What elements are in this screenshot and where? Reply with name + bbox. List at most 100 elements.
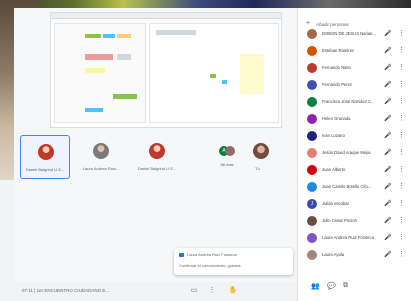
participant-name: Ivan Lozano	[322, 133, 345, 138]
shared-doc-left-pane	[54, 23, 146, 123]
more-options-icon[interactable]: ⋮	[398, 80, 405, 88]
avatar: J	[307, 199, 317, 209]
meet-window: Daniel Balgrind U S... Laura Andrea Ruiz…	[0, 0, 411, 301]
participant-row[interactable]: DOBON DE JESUS Nariae... 🎤 ⋮	[297, 26, 411, 42]
mic-off-icon: 🎤	[384, 99, 392, 105]
captions-icon[interactable]: ▭	[189, 286, 199, 296]
self-tile-label: Tú	[255, 166, 260, 171]
more-participants-count: 86 más	[220, 162, 234, 167]
mic-off-icon: 🎤	[384, 184, 392, 190]
hand-icon[interactable]: ✋	[228, 286, 238, 296]
participant-row[interactable]: J Julián escobar 🎤 ⋮	[297, 196, 411, 212]
participant-name: DOBON DE JESUS Nariae...	[322, 31, 376, 36]
mic-off-icon: 🎤	[384, 218, 392, 224]
avatar	[307, 250, 317, 260]
self-tile[interactable]	[245, 135, 275, 179]
participant-name: Helen Granada	[322, 116, 351, 121]
participant-name: Juan Camilo Botello Cifu...	[322, 184, 372, 189]
more-icon[interactable]: ⋮	[207, 286, 217, 296]
avatar	[307, 29, 317, 39]
avatar	[149, 143, 165, 159]
participant-name: Esteban Ramirez	[322, 48, 355, 53]
meeting-title: 07:11 | 1er ENCUENTRO CIUDADANO E...	[22, 288, 110, 293]
participant-tile[interactable]: Daniel Balgrind U S...	[132, 135, 182, 179]
more-options-icon[interactable]: ⋮	[398, 148, 405, 156]
chat-message: Confirmar el conocimiento, gracias	[179, 263, 241, 268]
avatar	[93, 143, 109, 159]
mic-off-icon: 🎤	[384, 150, 392, 156]
mic-off-icon: 🎤	[384, 201, 392, 207]
participant-row[interactable]: Jesús David Araque Mejia 🎤 ⋮	[297, 145, 411, 161]
main-stage: Daniel Balgrind U S... Laura Andrea Ruiz…	[14, 8, 297, 301]
participant-row[interactable]: Juan Camilo Botello Cifu... 🎤 ⋮	[297, 179, 411, 195]
people-panel-controls: 👥 💬 ⧉	[297, 282, 411, 298]
participant-name: Jesús David Araque Mejia	[322, 150, 371, 155]
participant-name: Laura Ayala	[322, 252, 345, 257]
activities-icon[interactable]: ⧉	[343, 282, 348, 290]
more-options-icon[interactable]: ⋮	[398, 165, 405, 173]
more-options-icon[interactable]: ⋮	[398, 233, 405, 241]
more-options-icon[interactable]: ⋮	[398, 46, 405, 54]
mic-off-icon: 🎤	[384, 116, 392, 122]
more-options-icon[interactable]: ⋮	[398, 216, 405, 224]
participant-row[interactable]: Julio Cesar Pinzon 🎤 ⋮	[297, 213, 411, 229]
participant-row[interactable]: Fernando Nieto 🎤 ⋮	[297, 60, 411, 76]
avatar	[307, 216, 317, 226]
more-options-icon[interactable]: ⋮	[398, 131, 405, 139]
mic-off-icon: 🎤	[384, 48, 392, 54]
people-icon[interactable]: 👥	[311, 282, 320, 290]
avatar	[307, 46, 317, 56]
people-panel: + Añadir personas DOBON DE JESUS Nariae.…	[297, 8, 411, 301]
more-options-icon[interactable]: ⋮	[398, 97, 405, 105]
chat-sender: Laura Andrea Ruiz Fonseca	[187, 252, 237, 257]
avatar	[307, 63, 317, 73]
avatar	[253, 143, 269, 159]
mic-off-icon: 🎤	[384, 252, 392, 258]
avatar	[225, 146, 235, 156]
shared-screen-toolbar	[51, 13, 281, 19]
participant-name: Julio Cesar Pinzon	[322, 218, 357, 223]
more-options-icon[interactable]: ⋮	[398, 29, 405, 37]
mic-off-icon: 🎤	[384, 31, 392, 37]
avatar	[307, 233, 317, 243]
participant-row[interactable]: Helen Granada 🎤 ⋮	[297, 111, 411, 127]
participant-row[interactable]: Esteban Ramirez 🎤 ⋮	[297, 43, 411, 59]
participant-tile[interactable]: Daniel Balgrind U S...	[20, 135, 70, 179]
avatar	[307, 148, 317, 158]
shared-screen[interactable]	[50, 12, 282, 128]
participant-tile[interactable]: Laura Andrea Ruiz...	[76, 135, 126, 179]
participant-tile-name: Daniel Balgrind U S...	[25, 167, 65, 172]
chat-icon[interactable]: 💬	[327, 282, 336, 290]
avatar	[307, 114, 317, 124]
bottom-bar: 07:11 | 1er ENCUENTRO CIUDADANO E... ▭ ⋮…	[14, 282, 306, 301]
more-options-icon[interactable]: ⋮	[398, 63, 405, 71]
participant-row[interactable]: Juan Alberto 🎤 ⋮	[297, 162, 411, 178]
more-options-icon[interactable]: ⋮	[398, 182, 405, 190]
participant-tile-name: Laura Andrea Ruiz...	[82, 166, 120, 171]
more-options-icon[interactable]: ⋮	[398, 250, 405, 258]
participant-name: Francisco José Narváez C...	[322, 99, 375, 104]
avatar	[307, 80, 317, 90]
participant-row[interactable]: Laura Ayala 🎤 ⋮	[297, 247, 411, 263]
avatar	[38, 144, 54, 160]
avatar	[307, 131, 317, 141]
mic-off-icon: 🎤	[384, 65, 392, 71]
more-options-icon[interactable]: ⋮	[398, 114, 405, 122]
chat-icon	[179, 253, 184, 257]
participant-row[interactable]: Francisco José Narváez C... 🎤 ⋮	[297, 94, 411, 110]
participant-name: Fernando Nieto	[322, 65, 351, 70]
chat-notification[interactable]: Laura Andrea Ruiz Fonseca Confirmar el c…	[174, 248, 293, 275]
avatar	[307, 182, 317, 192]
participant-name: Fernando Perez	[322, 82, 353, 87]
avatar	[307, 165, 317, 175]
participant-row[interactable]: Ivan Lozano 🎤 ⋮	[297, 128, 411, 144]
participant-name: Julián escobar	[322, 201, 350, 206]
avatar	[307, 97, 317, 107]
participant-row[interactable]: Fernando Perez 🎤 ⋮	[297, 77, 411, 93]
mic-off-icon: 🎤	[384, 235, 392, 241]
mic-off-icon: 🎤	[384, 167, 392, 173]
mic-off-icon: 🎤	[384, 82, 392, 88]
participant-row[interactable]: Laura Andrea Ruiz Fonseca 🎤 ⋮	[297, 230, 411, 246]
more-participants-avatars[interactable]: A	[219, 146, 235, 156]
more-options-icon[interactable]: ⋮	[398, 199, 405, 207]
